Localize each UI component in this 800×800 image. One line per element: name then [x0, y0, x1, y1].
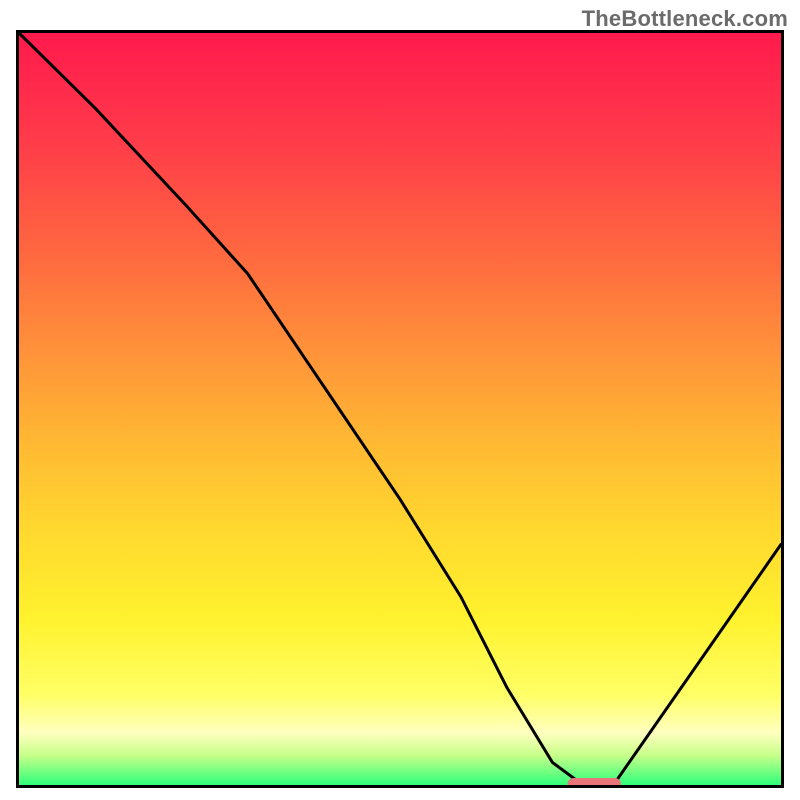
plot-frame — [16, 30, 784, 788]
chart-canvas: TheBottleneck.com — [0, 0, 800, 800]
watermark-label: TheBottleneck.com — [582, 6, 788, 32]
bottleneck-curve — [19, 33, 781, 785]
optimum-marker — [568, 778, 621, 785]
curve-layer — [19, 33, 781, 785]
